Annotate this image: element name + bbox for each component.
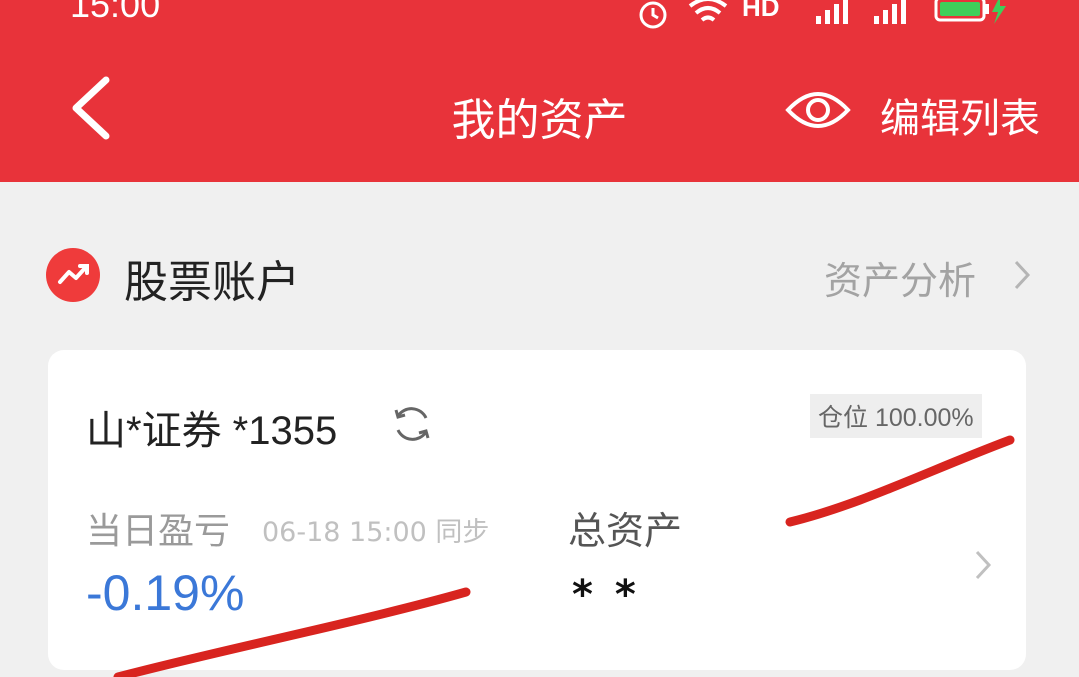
position-badge: 仓位 100.00% [810,394,982,438]
stock-trend-icon [46,248,100,302]
chevron-right-icon[interactable] [972,548,994,582]
signal-4g-icon [874,0,906,24]
eye-icon[interactable] [784,84,852,136]
chevron-right-icon[interactable] [1010,258,1034,292]
total-assets-value: * * [572,572,640,618]
hd-icon: HD [742,0,780,22]
signal-4g-icon [816,0,848,24]
asset-analysis-link[interactable]: 资产分析 [824,250,976,305]
edit-list-button[interactable]: 编辑列表 [880,86,1040,144]
total-assets-label: 总资产 [568,509,683,553]
account-card[interactable]: 山*证券 *1355 仓位 100.00% 当日盈亏 06-18 15:00 同… [48,350,1026,670]
broker-account-name: 山*证券 *1355 [86,409,338,453]
wifi-icon [688,0,728,22]
status-time: 15:00 [70,0,161,25]
refresh-icon[interactable] [390,402,434,446]
stock-account-section: 股票账户 资产分析 [0,230,1079,320]
daily-pnl-label: 当日盈亏 [86,511,231,552]
sync-time: 06-18 15:00 同步 [262,517,490,548]
battery-charging-icon [934,0,1006,24]
daily-pnl-value: -0.19% [86,565,245,621]
app-header: 15:00 HD 我的资产 编辑列表 [0,0,1079,182]
section-title: 股票账户 [124,257,300,308]
alarm-icon [639,1,667,29]
